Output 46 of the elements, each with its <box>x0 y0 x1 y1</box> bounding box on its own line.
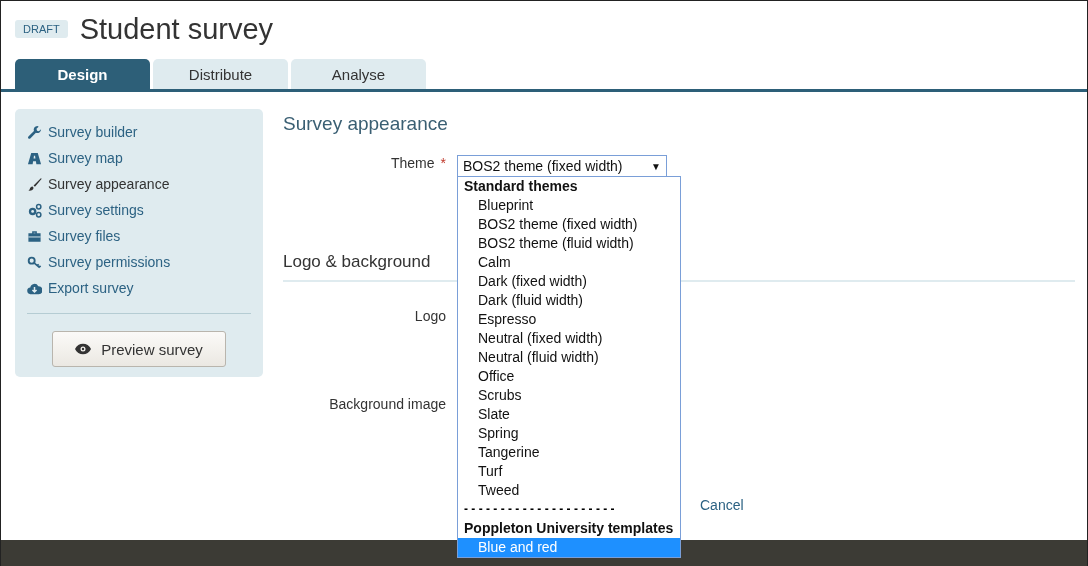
eye-icon <box>75 343 92 355</box>
sidebar-link[interactable]: Survey files <box>48 228 121 244</box>
gears-icon <box>27 202 42 218</box>
dropdown-option[interactable]: BOS2 theme (fixed width) <box>458 215 680 234</box>
dropdown-option[interactable]: Spring <box>458 424 680 443</box>
cancel-link[interactable]: Cancel <box>700 497 744 513</box>
tab[interactable]: Distribute <box>153 59 288 89</box>
wrench-icon <box>27 124 42 140</box>
dropdown-option[interactable]: Turf <box>458 462 680 481</box>
field-label: Logo <box>414 308 446 324</box>
preview-button[interactable]: Preview survey <box>52 331 226 367</box>
sidebar-link[interactable]: Survey map <box>48 150 123 166</box>
dropdown-option[interactable]: Neutral (fluid width) <box>458 348 680 367</box>
key-icon <box>27 254 42 270</box>
option-group-label: Poppleton University templates <box>463 519 675 538</box>
sidebar-link[interactable]: Survey permissions <box>48 254 171 270</box>
road-icon <box>27 150 42 166</box>
dropdown-option[interactable]: Calm <box>458 253 680 272</box>
dropdown-option[interactable]: Tweed <box>458 481 680 500</box>
page-title: Student survey <box>79 12 274 46</box>
sidebar-link[interactable]: Survey settings <box>48 202 144 218</box>
dropdown-option[interactable]: Neutral (fixed width) <box>458 329 680 348</box>
dropdown-option[interactable]: Blueprint <box>458 196 680 215</box>
dropdown-option[interactable]: Tangerine <box>458 443 680 462</box>
dropdown-option[interactable]: Office <box>458 367 680 386</box>
dropdown-option[interactable]: Espresso <box>458 310 680 329</box>
tab[interactable]: Analyse <box>291 59 426 89</box>
briefcase-icon <box>27 228 42 244</box>
field-label: Theme <box>390 155 435 171</box>
tab[interactable]: Design <box>15 59 150 89</box>
separator-line: - - - - - - - - - - - - - - - - - - - - - <box>464 502 615 516</box>
dropdown-option[interactable]: Scrubs <box>458 386 680 405</box>
dropdown-option[interactable]: BOS2 theme (fluid width) <box>458 234 680 253</box>
sidebar-link[interactable]: Survey appearance <box>48 176 170 192</box>
field-label: Background image <box>329 396 446 412</box>
option-group-label: Standard themes <box>463 177 579 196</box>
dropdown-option[interactable]: Slate <box>458 405 680 424</box>
dropdown-option[interactable]: Dark (fixed width) <box>458 272 680 291</box>
brush-icon <box>27 176 42 192</box>
draft-badge: DRAFT <box>15 20 68 38</box>
theme-select[interactable]: BOS2 theme (fixed width) ▼ <box>457 155 667 177</box>
sidebar-link[interactable]: Export survey <box>48 280 134 296</box>
dropdown-option[interactable]: Dark (fluid width) <box>458 291 680 310</box>
required-asterisk: * <box>440 155 446 171</box>
sidebar-link[interactable]: Survey builder <box>48 124 138 140</box>
section-heading: Survey appearance <box>283 113 449 135</box>
